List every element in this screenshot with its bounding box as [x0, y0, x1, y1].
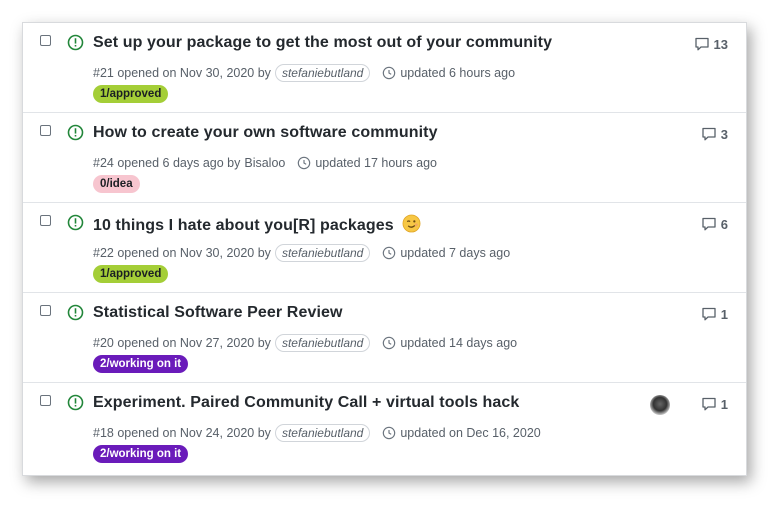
issue-title: 10 things I hate about you[R] packages: [93, 214, 421, 235]
open-issue-icon: [67, 34, 84, 51]
comments-link[interactable]: 3: [701, 126, 728, 142]
comments-link[interactable]: 13: [694, 36, 728, 52]
clock-icon: [383, 336, 396, 350]
issue-list: Set up your package to get the most out …: [22, 22, 747, 476]
issue-title-link[interactable]: 10 things I hate about you[R] packages: [93, 217, 394, 234]
comment-icon: [702, 217, 716, 231]
author-link[interactable]: stefaniebutland: [274, 334, 371, 352]
issue-checkbox[interactable]: [40, 125, 51, 136]
issue-row: Set up your package to get the most out …: [23, 23, 746, 113]
issue-meta: #18 opened on Nov 24, 2020 by stefaniebu…: [93, 423, 541, 443]
label-badge[interactable]: 0/idea: [93, 175, 140, 193]
issue-row: Experiment. Paired Community Call + virt…: [23, 383, 746, 473]
open-issue-icon: [67, 214, 84, 231]
issue-title-link[interactable]: Set up your package to get the most out …: [93, 34, 552, 52]
issue-opened-text: #20 opened on Nov 27, 2020 by: [93, 336, 271, 350]
comment-icon: [694, 37, 709, 51]
clock-icon: [383, 66, 396, 80]
comment-count: 3: [720, 126, 728, 142]
open-issue-icon: [67, 304, 84, 321]
comment-count: 13: [713, 36, 728, 52]
label-badge[interactable]: 2/working on it: [93, 355, 189, 373]
label-badge[interactable]: 1/approved: [93, 85, 169, 103]
issue-meta: #22 opened on Nov 30, 2020 by stefaniebu…: [93, 243, 510, 263]
assignee-avatar[interactable]: [650, 395, 670, 415]
comments-link[interactable]: 1: [701, 306, 728, 322]
issue-title-link[interactable]: Statistical Software Peer Review: [93, 304, 343, 322]
issue-checkbox[interactable]: [40, 395, 51, 406]
clock-icon: [383, 246, 396, 260]
issue-checkbox[interactable]: [40, 305, 51, 316]
comment-icon: [702, 127, 716, 141]
open-issue-icon: [67, 394, 84, 411]
comments-link[interactable]: 1: [701, 396, 728, 412]
comment-count: 1: [720, 306, 728, 322]
issue-opened-text: #24 opened 6 days ago by: [93, 156, 241, 170]
issue-row: How to create your own software communit…: [23, 113, 746, 203]
issue-checkbox[interactable]: [40, 215, 51, 226]
comment-icon: [702, 307, 716, 321]
author-link[interactable]: Bisaloo: [244, 156, 285, 170]
author-link[interactable]: stefaniebutland: [274, 424, 371, 442]
updated-text: updated on Dec 16, 2020: [400, 426, 541, 440]
issue-opened-text: #21 opened on Nov 30, 2020 by: [93, 66, 271, 80]
issue-opened-text: #18 opened on Nov 24, 2020 by: [93, 426, 271, 440]
updated-text: updated 6 hours ago: [400, 66, 516, 80]
issue-row: Statistical Software Peer Review #20 ope…: [23, 293, 746, 383]
author-link[interactable]: stefaniebutland: [274, 64, 371, 82]
comment-count: 6: [720, 216, 728, 232]
updated-text: updated 14 days ago: [400, 336, 518, 350]
open-issue-icon: [67, 124, 84, 141]
issue-checkbox[interactable]: [40, 35, 51, 46]
winking-face-icon: [402, 214, 421, 233]
comment-count: 1: [720, 396, 728, 412]
issue-title-link[interactable]: How to create your own software communit…: [93, 124, 438, 142]
updated-text: updated 7 days ago: [400, 246, 511, 260]
label-badge[interactable]: 2/working on it: [93, 445, 189, 463]
issue-title-link[interactable]: Experiment. Paired Community Call + virt…: [93, 394, 519, 412]
comment-icon: [702, 397, 716, 411]
updated-text: updated 17 hours ago: [315, 156, 437, 170]
label-badge[interactable]: 1/approved: [93, 265, 169, 283]
clock-icon: [383, 426, 396, 440]
issue-opened-text: #22 opened on Nov 30, 2020 by: [93, 246, 271, 260]
comments-link[interactable]: 6: [701, 216, 728, 232]
issue-row: 10 things I hate about you[R] packages #…: [23, 203, 746, 293]
issue-meta: #24 opened 6 days ago by Bisaloo updated…: [93, 153, 437, 173]
issue-meta: #20 opened on Nov 27, 2020 by stefaniebu…: [93, 333, 517, 353]
clock-icon: [298, 156, 311, 170]
issue-meta: #21 opened on Nov 30, 2020 by stefaniebu…: [93, 63, 515, 83]
author-link[interactable]: stefaniebutland: [274, 244, 371, 262]
